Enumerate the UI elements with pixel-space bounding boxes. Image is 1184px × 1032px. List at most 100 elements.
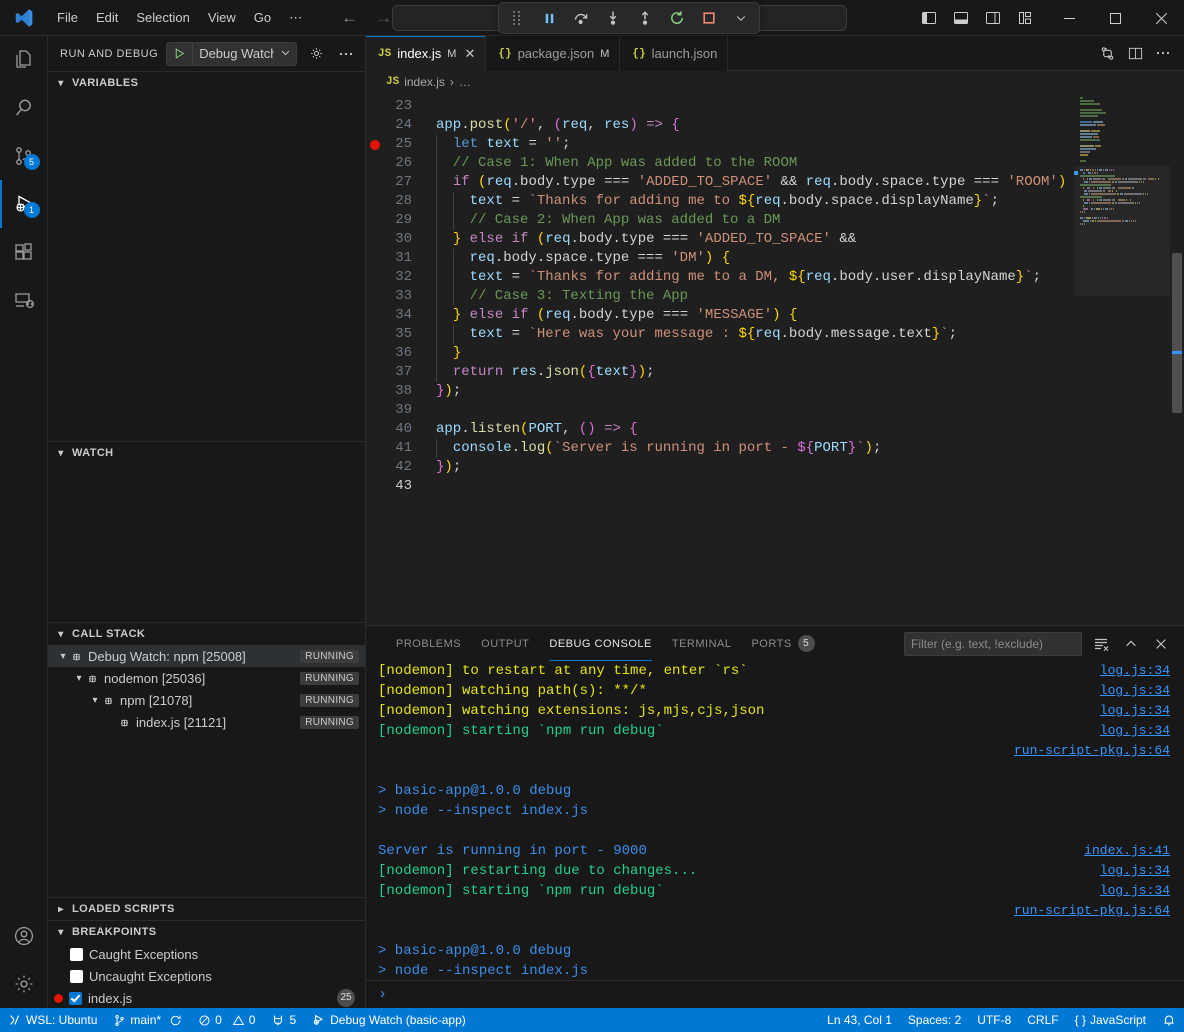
code-line[interactable]: req.body.space.type === 'DM') { [428, 249, 1184, 268]
console-source-link[interactable]: run-script-pkg.js:64 [1014, 741, 1184, 761]
status-cursor-position[interactable]: Ln 43, Col 1 [819, 1008, 900, 1032]
section-header-breakpoints[interactable]: ▾ BREAKPOINTS [48, 921, 365, 943]
debug-console-output[interactable]: [nodemon] to restart at any time, enter … [366, 661, 1184, 980]
line-number-gutter[interactable]: 2324252627282930313233343536373839404142… [366, 97, 428, 496]
step-into-icon[interactable] [603, 7, 623, 29]
call-stack-row[interactable]: ▾ Debug Watch: npm [25008] RUNNING [48, 645, 365, 667]
clear-console-icon[interactable] [1090, 633, 1112, 655]
line-number[interactable]: 24 [366, 116, 428, 135]
activitybar-item-remote-explorer[interactable] [0, 276, 48, 324]
console-source-link[interactable]: log.js:34 [1100, 881, 1184, 901]
run-and-debug-editor-icon[interactable] [1096, 42, 1118, 64]
line-number[interactable]: 27 [366, 173, 428, 192]
line-number[interactable]: 33 [366, 287, 428, 306]
split-editor-icon[interactable] [1124, 42, 1146, 64]
toggle-primary-sidebar-icon[interactable] [915, 4, 943, 32]
status-git-branch[interactable]: main* [105, 1008, 190, 1032]
console-source-link[interactable]: log.js:34 [1100, 661, 1184, 681]
panel-tab-output[interactable]: OUTPUT [471, 626, 539, 661]
launch-configuration-select[interactable]: Debug Watch [166, 42, 297, 66]
chevron-down-icon[interactable]: ▾ [88, 695, 102, 706]
line-number[interactable]: 30 [366, 230, 428, 249]
breakpoint-row[interactable]: index.js 25 [48, 987, 365, 1009]
step-out-icon[interactable] [635, 7, 655, 29]
menu-go[interactable]: Go [245, 7, 280, 28]
go-back-icon[interactable]: ← [341, 8, 357, 28]
console-source-link[interactable]: log.js:34 [1100, 681, 1184, 701]
panel-tab-ports[interactable]: PORTS 5 [741, 626, 824, 661]
code-line[interactable]: // Case 1: When App was added to the ROO… [428, 154, 1184, 173]
line-number[interactable]: 32 [366, 268, 428, 287]
console-source-link[interactable]: index.js:41 [1084, 841, 1184, 861]
code-line[interactable]: let text = ''; [428, 135, 1184, 154]
stop-icon[interactable] [699, 7, 719, 29]
menu-edit[interactable]: Edit [87, 7, 127, 28]
status-problems[interactable]: 0 0 [190, 1008, 263, 1032]
breakpoint-checkbox[interactable] [70, 970, 83, 983]
close-icon[interactable]: ✕ [464, 46, 475, 62]
close-button[interactable] [1138, 0, 1184, 36]
breadcrumb[interactable]: JS index.js › … [366, 71, 1184, 93]
window-controls[interactable] [1046, 0, 1184, 36]
code-content[interactable]: app.post('/', (req, res) => { let text =… [428, 97, 1184, 496]
status-encoding[interactable]: UTF-8 [969, 1008, 1019, 1032]
menu-more[interactable]: ⋯ [280, 7, 311, 29]
panel-tab-terminal[interactable]: TERMINAL [662, 626, 742, 661]
debug-console-input[interactable]: › [366, 980, 1184, 1008]
chevron-down-icon[interactable]: ▾ [72, 673, 86, 684]
code-line[interactable]: return res.json({text}); [428, 363, 1184, 382]
code-line[interactable]: // Case 2: When App was added to a DM [428, 211, 1184, 230]
navigation-arrows[interactable]: ← → [341, 8, 391, 28]
activitybar-item-settings[interactable] [0, 960, 48, 1008]
code-line[interactable]: text = `Here was your message : ${req.bo… [428, 325, 1184, 344]
call-stack-row[interactable]: index.js [21121] RUNNING [48, 711, 365, 733]
restart-icon[interactable] [667, 7, 687, 29]
activitybar-item-accounts[interactable] [0, 912, 48, 960]
code-line[interactable]: if (req.body.type === 'ADDED_TO_SPACE' &… [428, 173, 1184, 192]
line-number[interactable]: 42 [366, 458, 428, 477]
code-line[interactable]: text = `Thanks for adding me to a DM, ${… [428, 268, 1184, 287]
line-number[interactable]: 40 [366, 420, 428, 439]
section-header-call-stack[interactable]: ▾ CALL STACK [48, 623, 365, 645]
line-number[interactable]: 36 [366, 344, 428, 363]
line-number[interactable]: 37 [366, 363, 428, 382]
activitybar-item-extensions[interactable] [0, 228, 48, 276]
close-panel-icon[interactable] [1150, 633, 1172, 655]
activitybar-item-explorer[interactable] [0, 36, 48, 84]
minimap[interactable] [1074, 93, 1170, 625]
activitybar-item-search[interactable] [0, 84, 48, 132]
editor-more-actions-icon[interactable] [1152, 42, 1174, 64]
console-source-link[interactable]: run-script-pkg.js:64 [1014, 901, 1184, 921]
console-source-link[interactable]: log.js:34 [1100, 721, 1184, 741]
chevron-down-icon[interactable] [274, 47, 296, 61]
line-number[interactable]: 23 [366, 97, 428, 116]
toggle-panel-icon[interactable] [947, 4, 975, 32]
code-line[interactable]: text = `Thanks for adding me to ${req.bo… [428, 192, 1184, 211]
step-over-icon[interactable] [571, 7, 591, 29]
line-number[interactable]: 43 [366, 477, 428, 496]
code-line[interactable] [428, 401, 1184, 420]
call-stack-row[interactable]: ▾ npm [21078] RUNNING [48, 689, 365, 711]
menu-view[interactable]: View [199, 7, 245, 28]
breakpoint-checkbox[interactable] [70, 948, 83, 961]
console-filter-input[interactable]: Filter (e.g. text, !exclude) [904, 632, 1082, 656]
activitybar-item-run-and-debug[interactable]: 1 [0, 180, 48, 228]
debug-toolbar[interactable] [498, 2, 760, 34]
panel-tab-problems[interactable]: PROBLEMS [386, 626, 471, 661]
chevron-up-icon[interactable] [1120, 633, 1142, 655]
status-notifications[interactable] [1154, 1008, 1184, 1032]
minimap-slider[interactable] [1074, 166, 1170, 296]
open-launch-json-gear-icon[interactable] [305, 43, 327, 65]
go-forward-icon[interactable]: → [375, 8, 391, 28]
customize-layout-icon[interactable] [1011, 4, 1039, 32]
status-remote-host[interactable]: WSL: Ubuntu [0, 1008, 105, 1032]
line-number[interactable]: 35 [366, 325, 428, 344]
chevron-down-icon[interactable] [731, 7, 751, 29]
maximize-button[interactable] [1092, 0, 1138, 36]
status-language-mode[interactable]: { } JavaScript [1067, 1008, 1154, 1032]
console-source-link[interactable]: log.js:34 [1100, 701, 1184, 721]
code-line[interactable]: app.post('/', (req, res) => { [428, 116, 1184, 135]
code-line[interactable]: console.log(`Server is running in port -… [428, 439, 1184, 458]
code-line[interactable]: } [428, 344, 1184, 363]
code-line[interactable]: } else if (req.body.type === 'ADDED_TO_S… [428, 230, 1184, 249]
